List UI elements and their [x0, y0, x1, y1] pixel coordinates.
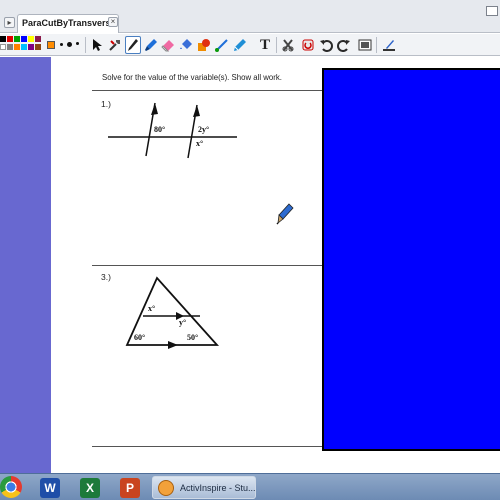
maximize-icon[interactable] — [486, 6, 498, 16]
clear-icon[interactable] — [280, 36, 296, 54]
reset-page-icon[interactable] — [300, 36, 316, 54]
activinspire-window: ▸ ParaCutByTransversal × T Solve for the… — [0, 0, 500, 500]
pen-size-small-icon[interactable] — [60, 43, 63, 46]
angle-label: 2y° — [198, 125, 210, 134]
shape-tool-icon[interactable] — [196, 36, 212, 54]
color-swatch-green[interactable] — [14, 36, 20, 42]
taskbar-app-label: ActivInspire - Stu... — [180, 483, 256, 493]
toolbar-divider — [276, 37, 277, 53]
pen-size-large-icon[interactable] — [76, 42, 79, 45]
angle-label: 50° — [187, 333, 199, 342]
undo-icon[interactable] — [318, 36, 334, 54]
word-icon[interactable]: W — [40, 478, 60, 498]
color-swatch-cyan[interactable] — [21, 44, 27, 50]
angle-label: y° — [179, 318, 187, 327]
angle-label: x° — [148, 304, 156, 313]
tab-paracutbytransversal[interactable]: ParaCutByTransversal — [17, 14, 119, 33]
taskbar-button-activinspire[interactable]: ActivInspire - Stu... — [152, 476, 256, 499]
color-swatch-white[interactable] — [0, 44, 6, 50]
pen-size-medium-icon[interactable] — [67, 42, 72, 47]
tab-label: ParaCutByTransversal — [22, 18, 119, 28]
angle-label: 80° — [154, 125, 166, 134]
color-swatch-red[interactable] — [7, 36, 13, 42]
color-swatch-gray[interactable] — [7, 44, 13, 50]
color-swatch-brown[interactable] — [35, 44, 41, 50]
problem-1-number: 1.) — [101, 99, 111, 109]
blue-rectangle-shape[interactable] — [322, 68, 500, 451]
highlighter-icon[interactable] — [143, 36, 159, 54]
eraser-icon[interactable] — [160, 36, 176, 54]
select-arrow-icon[interactable] — [89, 36, 105, 54]
toolbar-divider — [85, 37, 86, 53]
section-divider — [92, 446, 324, 447]
camera-icon[interactable] — [357, 36, 373, 54]
chrome-icon[interactable] — [0, 476, 22, 498]
color-swatch-black[interactable] — [0, 36, 6, 42]
tab-menu-button[interactable]: ▸ — [4, 17, 15, 28]
windows-taskbar: W X P ActivInspire - Stu... — [0, 473, 500, 500]
angle-label: 60° — [134, 333, 146, 342]
problem-3-number: 3.) — [101, 272, 111, 282]
page-margin — [0, 57, 51, 473]
magic-ink-icon[interactable] — [232, 36, 248, 54]
pen-color-icon[interactable] — [46, 36, 56, 54]
color-swatch-yellow[interactable] — [28, 36, 34, 42]
toolbar-divider — [376, 37, 377, 53]
main-toolbar: T — [0, 34, 500, 56]
color-swatch-blue[interactable] — [21, 36, 27, 42]
connector-icon[interactable] — [214, 36, 230, 54]
section-divider — [92, 90, 324, 91]
activinspire-icon — [158, 480, 174, 496]
angle-label: x° — [196, 139, 204, 148]
pen-tool-icon[interactable] — [125, 36, 141, 54]
resize-tool-icon[interactable] — [107, 36, 123, 54]
fill-tool-icon[interactable] — [178, 36, 194, 54]
color-swatch-maroon[interactable] — [35, 36, 41, 42]
tab-bar: ▸ ParaCutByTransversal × — [0, 0, 500, 33]
color-palette — [0, 36, 46, 54]
desktop-annotate-icon[interactable] — [381, 36, 397, 54]
text-tool-icon[interactable]: T — [257, 36, 273, 54]
excel-icon[interactable]: X — [80, 478, 100, 498]
powerpoint-icon[interactable]: P — [120, 478, 140, 498]
pen-cursor-icon — [276, 203, 294, 225]
redo-icon[interactable] — [336, 36, 352, 54]
tab-close-button[interactable]: × — [108, 17, 118, 27]
color-swatch-purple[interactable] — [28, 44, 34, 50]
color-swatch-orange[interactable] — [14, 44, 20, 50]
section-divider — [92, 265, 324, 266]
instructions-text: Solve for the value of the variable(s). … — [102, 72, 282, 82]
